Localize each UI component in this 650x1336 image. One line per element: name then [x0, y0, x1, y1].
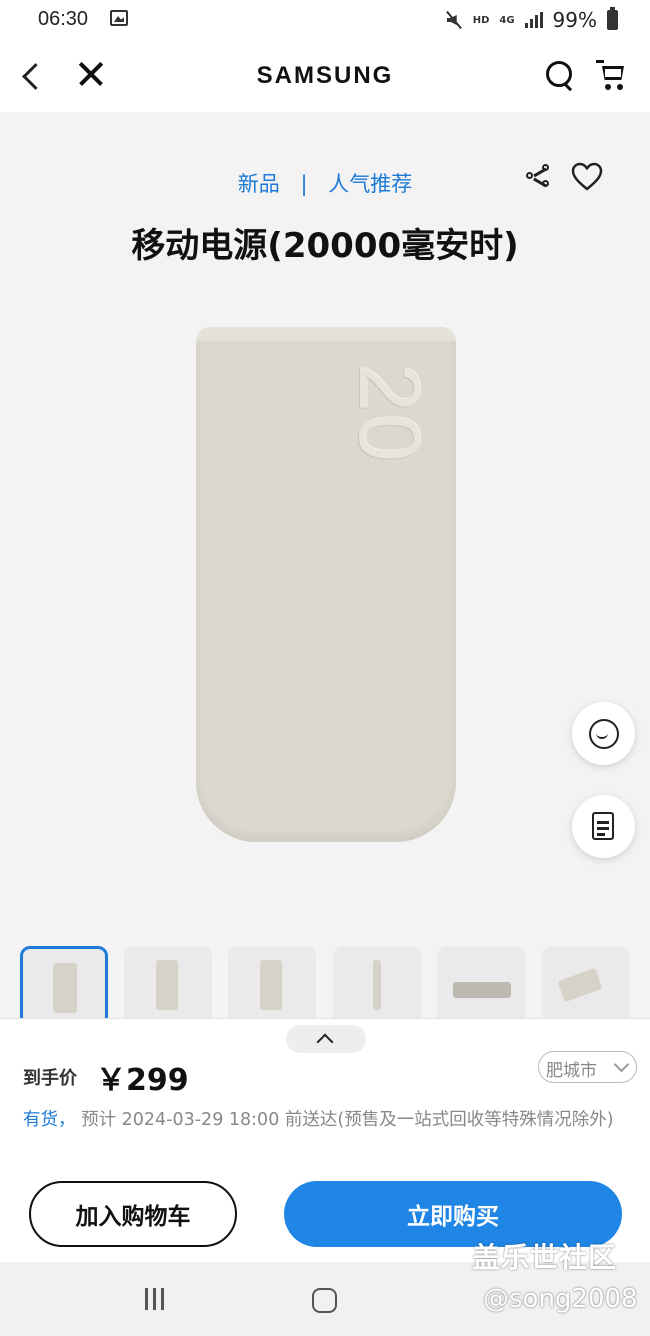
tag-new: 新品 [237, 172, 280, 196]
battery-icon [607, 7, 618, 30]
city-value: 肥城市 [546, 1061, 597, 1081]
price-value: ￥299 [96, 1063, 189, 1098]
thumbnail-strip [0, 946, 650, 1018]
product-title: 移动电源(20000毫安时) [131, 226, 519, 266]
hd-indicator: HD [472, 14, 490, 26]
chat-button[interactable] [572, 702, 635, 765]
home-button[interactable] [312, 1288, 337, 1313]
price-label: 到手价 [23, 1068, 77, 1089]
wishlist-button[interactable] [571, 162, 603, 192]
capacity-mark: 20 [341, 364, 438, 464]
product-section: 新品 | 人气推荐 移动电源(20000毫安时) 20 [0, 112, 650, 1018]
status-time: 06:30 [38, 8, 89, 30]
delivery-estimate: 预计 2024-03-29 18:00 前送达(预售及一站式回收等特殊情况除外) [75, 1110, 614, 1130]
add-to-cart-button[interactable]: 加入购物车 [29, 1181, 237, 1247]
system-nav-bar: 盖乐世社区 @song2008 [0, 1241, 650, 1336]
watermark-text: 盖乐世社区 [472, 1241, 618, 1274]
thumbnail-1[interactable] [20, 946, 108, 1018]
mute-icon [445, 11, 463, 29]
app-header: SAMSUNG [0, 40, 650, 112]
signal-icon [524, 12, 543, 28]
share-button[interactable] [524, 162, 554, 192]
tag-popular: 人气推荐 [328, 172, 413, 196]
thumbnail-6[interactable] [542, 946, 630, 1018]
product-image[interactable]: 20 [196, 327, 456, 842]
status-icons: HD 4G 99% [445, 7, 618, 32]
close-button[interactable] [74, 56, 110, 92]
document-icon [592, 812, 614, 840]
back-button[interactable] [18, 58, 48, 94]
thumbnail-3[interactable] [228, 946, 316, 1018]
thumbnail-4[interactable] [333, 946, 421, 1018]
city-select[interactable]: 肥城市 [538, 1051, 637, 1083]
recent-apps-button[interactable] [143, 1288, 169, 1312]
thumbnail-5[interactable] [437, 946, 525, 1018]
cart-icon [596, 60, 604, 63]
document-button[interactable] [572, 795, 635, 858]
heart-icon [571, 162, 603, 191]
search-button[interactable] [543, 58, 577, 92]
watermark-user: @song2008 [483, 1284, 638, 1314]
tag-separator: | [300, 172, 308, 196]
thumbnail-2[interactable] [124, 946, 212, 1018]
chevron-down-icon [613, 1056, 630, 1073]
gallery-notification-icon [110, 10, 128, 26]
cart-button[interactable] [596, 56, 630, 92]
battery-percent: 99% [552, 8, 597, 32]
stock-status: 有货， [23, 1110, 76, 1130]
delivery-info: 有货， 预计 2024-03-29 18:00 前送达(预售及一站式回收等特殊情… [23, 1105, 633, 1135]
purchase-sheet: 到手价 ￥299 肥城市 有货， 预计 2024-03-29 18:00 前送达… [0, 1018, 650, 1262]
network-type: 4G [499, 14, 515, 26]
status-bar: 06:30 HD 4G 99% [0, 0, 650, 40]
expand-sheet-button[interactable] [286, 1025, 366, 1053]
